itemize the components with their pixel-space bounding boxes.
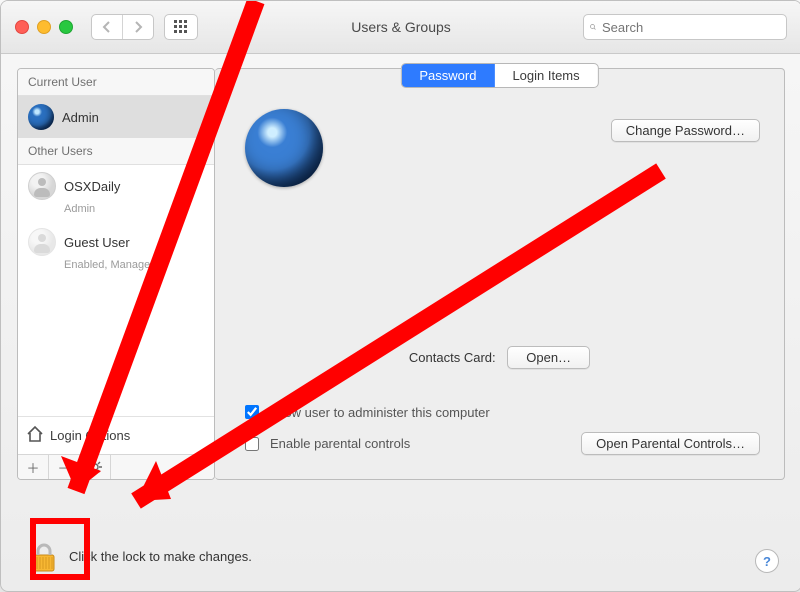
home-icon [26, 425, 44, 446]
admin-checkbox-row[interactable]: Allow user to administer this computer [241, 402, 760, 422]
lock-row: Click the lock to make changes. [31, 543, 252, 569]
earth-avatar-icon [28, 104, 54, 130]
user-avatar-icon [28, 172, 56, 200]
detail-tabs: Password Login Items [400, 63, 598, 88]
search-input[interactable] [600, 19, 780, 36]
user-avatar-icon [28, 228, 56, 256]
options: Allow user to administer this computer E… [241, 402, 760, 455]
show-all-button[interactable] [164, 14, 198, 40]
nav-buttons [91, 14, 154, 40]
gear-icon [88, 460, 102, 474]
user-role: Admin [18, 203, 214, 221]
user-name: OSXDaily [64, 179, 120, 194]
user-role: Enabled, Managed [18, 259, 214, 277]
forward-button[interactable] [122, 15, 153, 39]
admin-checkbox[interactable] [245, 405, 259, 419]
login-options-button[interactable]: Login Options [18, 416, 214, 454]
search-field[interactable] [583, 14, 787, 40]
open-parental-controls-button[interactable]: Open Parental Controls… [581, 432, 760, 455]
current-user-header: Current User [18, 69, 214, 96]
sidebar-current-user[interactable]: Admin [18, 96, 214, 138]
login-options-label: Login Options [50, 428, 130, 443]
user-picture[interactable] [245, 109, 323, 187]
change-password-button[interactable]: Change Password… [611, 119, 760, 142]
tab-password[interactable]: Password [401, 64, 494, 87]
user-name: Guest User [64, 235, 130, 250]
other-users-header: Other Users [18, 138, 214, 165]
titlebar: Users & Groups [1, 1, 800, 54]
current-user-name: Admin [62, 110, 99, 125]
minimize-window-button[interactable] [37, 20, 51, 34]
sidebar-footer: ＋ － [18, 454, 214, 479]
lock-help-text: Click the lock to make changes. [69, 549, 252, 564]
zoom-window-button[interactable] [59, 20, 73, 34]
parental-row: Enable parental controls Open Parental C… [241, 432, 760, 455]
user-sidebar: Current User Admin Other Users OSXDaily … [17, 68, 215, 480]
parental-checkbox[interactable] [245, 437, 259, 451]
open-contacts-button[interactable]: Open… [507, 346, 590, 369]
search-icon [590, 21, 596, 33]
sidebar-user-guest[interactable]: Guest User [18, 221, 214, 263]
close-window-button[interactable] [15, 20, 29, 34]
tab-login-items[interactable]: Login Items [494, 64, 597, 87]
user-detail-panel: Password Login Items Change Password… Co… [215, 68, 785, 480]
parental-checkbox-label: Enable parental controls [270, 436, 410, 451]
back-button[interactable] [92, 15, 122, 39]
window-controls [15, 20, 73, 34]
lock-icon[interactable] [31, 543, 57, 569]
user-actions-button[interactable] [80, 455, 111, 479]
admin-checkbox-label: Allow user to administer this computer [270, 405, 490, 420]
preferences-window: Users & Groups Current User Admin Other … [0, 0, 800, 592]
contacts-card-row: Contacts Card: Open… [215, 346, 784, 369]
sidebar-user-osxdaily[interactable]: OSXDaily [18, 165, 214, 207]
add-user-button[interactable]: ＋ [18, 455, 49, 479]
contacts-card-label: Contacts Card: [409, 350, 496, 365]
content: Current User Admin Other Users OSXDaily … [1, 54, 800, 554]
remove-user-button[interactable]: － [49, 455, 80, 479]
help-button[interactable]: ? [755, 549, 779, 573]
